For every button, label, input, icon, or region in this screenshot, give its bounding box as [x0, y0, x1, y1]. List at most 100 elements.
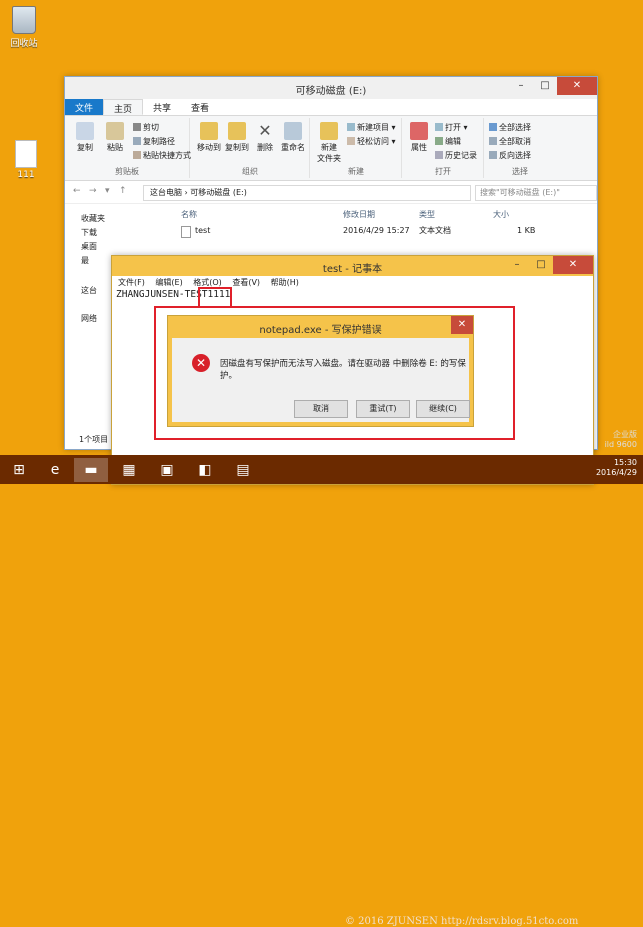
copy-button[interactable]: 复制 [69, 122, 101, 153]
select-all-button[interactable]: 全部选择 [489, 122, 531, 133]
menu-edit[interactable]: 编辑(E) [155, 278, 182, 287]
column-modified[interactable]: 修改日期 [343, 209, 375, 220]
nav-recent[interactable]: 最 [81, 255, 89, 266]
open-button[interactable]: 打开 ▾ [435, 122, 468, 133]
scissors-icon [133, 123, 141, 131]
address-input[interactable]: 这台电脑 › 可移动磁盘 (E:) [143, 185, 471, 201]
maximize-button[interactable]: □ [533, 77, 557, 95]
taskbar-network-app[interactable]: ▣ [150, 458, 184, 482]
recycle-bin-desktop-icon[interactable]: 回收站 [2, 6, 46, 49]
menu-bar: 文件(F) 编辑(E) 格式(O) 查看(V) 帮助(H) [112, 276, 593, 289]
up-arrow-icon[interactable]: ↑ [119, 186, 127, 196]
forward-arrow-icon[interactable]: → [89, 186, 97, 196]
desktop-icon-label: 回收站 [10, 39, 38, 49]
tab-file[interactable]: 文件 [65, 99, 104, 115]
new-folder-icon [320, 122, 338, 140]
easy-access-button[interactable]: 轻松访问 ▾ [347, 136, 396, 147]
nav-desktop[interactable]: 桌面 [81, 241, 97, 252]
nav-downloads[interactable]: 下载 [81, 227, 97, 238]
new-item-icon [347, 123, 355, 131]
open-icon [435, 123, 443, 131]
taskbar-store[interactable]: ▦ [112, 458, 146, 482]
taskbar-ie[interactable]: e [38, 458, 72, 482]
close-button[interactable]: ✕ [451, 316, 473, 334]
continue-button[interactable]: 继续(C) [416, 400, 470, 418]
close-button[interactable]: ✕ [553, 256, 593, 274]
close-button[interactable]: ✕ [557, 77, 597, 95]
nav-this-pc[interactable]: 这台 [81, 285, 97, 296]
watermark-text: © 2016 ZJUNSEN http://rdsrv.blog.51cto.c… [345, 916, 579, 927]
file-size: 1 KB [517, 226, 536, 235]
app-icon: ◧ [198, 462, 212, 478]
tab-share[interactable]: 共享 [143, 99, 181, 115]
select-none-icon [489, 137, 497, 145]
recent-locations-icon[interactable]: ▾ [105, 186, 110, 196]
paste-shortcut-button[interactable]: 粘贴快捷方式 [133, 150, 191, 161]
maximize-button[interactable]: □ [529, 256, 553, 274]
copy-folder-icon [228, 122, 246, 140]
menu-format[interactable]: 格式(O) [193, 278, 222, 287]
taskbar-app[interactable]: ◧ [188, 458, 222, 482]
properties-button[interactable]: 属性 [403, 122, 435, 153]
rename-button[interactable]: 重命名 [277, 122, 309, 153]
menu-help[interactable]: 帮助(H) [271, 278, 299, 287]
edit-button[interactable]: 编辑 [435, 136, 461, 147]
text-file-icon [181, 226, 191, 238]
error-dialog: notepad.exe - 写保护错误 ✕ ✕ 因磁盘有写保护而无法写入磁盘。请… [167, 315, 474, 427]
back-arrow-icon[interactable]: ← [73, 186, 81, 196]
taskbar-explorer[interactable]: ▬ [74, 458, 108, 482]
nav-network[interactable]: 网络 [81, 313, 97, 324]
breadcrumb-this-pc[interactable]: 这台电脑 [150, 188, 182, 197]
minimize-button[interactable]: – [505, 256, 529, 274]
column-name[interactable]: 名称 [181, 209, 197, 220]
select-none-button[interactable]: 全部取消 [489, 136, 531, 147]
file-name: test [195, 226, 211, 235]
file-111-desktop-icon[interactable]: 111 [4, 140, 48, 180]
paste-button[interactable]: 粘贴 [99, 122, 131, 153]
column-type[interactable]: 类型 [419, 209, 435, 220]
copy-path-icon [133, 137, 141, 145]
move-folder-icon [200, 122, 218, 140]
notepad-titlebar[interactable]: test - 记事本 – □ ✕ [112, 256, 593, 276]
taskbar-clock[interactable]: 15:30 2016/4/29 [596, 458, 637, 478]
rename-icon [284, 122, 302, 140]
edition-text: 企业版 [613, 430, 637, 439]
explorer-titlebar[interactable]: 可移动磁盘 (E:) – □ ✕ [65, 77, 597, 99]
minimize-button[interactable]: – [509, 77, 533, 95]
properties-icon [410, 122, 428, 140]
cancel-button[interactable]: 取消 [294, 400, 348, 418]
error-icon: ✕ [192, 354, 210, 372]
retry-button[interactable]: 重试(T) [356, 400, 410, 418]
dialog-titlebar[interactable]: notepad.exe - 写保护错误 ✕ [168, 316, 473, 336]
copy-path-button[interactable]: 复制路径 [133, 136, 175, 147]
tab-view[interactable]: 查看 [181, 99, 219, 115]
menu-file[interactable]: 文件(F) [118, 278, 145, 287]
tab-home[interactable]: 主页 [103, 99, 144, 115]
windows-logo-icon: ⊞ [13, 462, 25, 478]
delete-x-icon: ✕ [258, 121, 272, 140]
ribbon: 复制 粘贴 剪切 复制路径 粘贴快捷方式 剪贴板 移动到 复制到 ✕ 删除 重命名… [65, 116, 597, 181]
cut-button[interactable]: 剪切 [133, 122, 159, 133]
search-input[interactable]: 搜索"可移动磁盘 (E:)" [475, 185, 597, 201]
dialog-body: ✕ 因磁盘有写保护而无法写入磁盘。请在驱动器 中删除卷 E: 的写保护。 取消 … [172, 338, 470, 422]
select-all-icon [489, 123, 497, 131]
breadcrumb-drive[interactable]: 可移动磁盘 (E:) [190, 188, 247, 197]
new-item-button[interactable]: 新建项目 ▾ [347, 122, 396, 133]
text-file-icon [15, 140, 37, 168]
easy-access-icon [347, 137, 355, 145]
navigation-pane: 收藏夹 下载 桌面 最 这台 网络 [65, 203, 115, 429]
taskbar-notepad[interactable]: ▤ [226, 458, 260, 482]
invert-selection-button[interactable]: 反向选择 [489, 150, 531, 161]
history-icon [435, 151, 443, 159]
start-button[interactable]: ⊞ [2, 458, 36, 482]
copy-icon [76, 122, 94, 140]
nav-favorites[interactable]: 收藏夹 [81, 213, 105, 224]
column-size[interactable]: 大小 [493, 209, 509, 220]
history-button[interactable]: 历史记录 [435, 150, 477, 161]
group-label: 打开 [435, 167, 451, 176]
table-row[interactable]: test 2016/4/29 15:27 文本文档 1 KB [179, 223, 539, 239]
group-label: 新建 [348, 167, 364, 176]
paste-icon [106, 122, 124, 140]
menu-view[interactable]: 查看(V) [232, 278, 260, 287]
new-folder-button[interactable]: 新建 文件夹 [313, 122, 345, 164]
